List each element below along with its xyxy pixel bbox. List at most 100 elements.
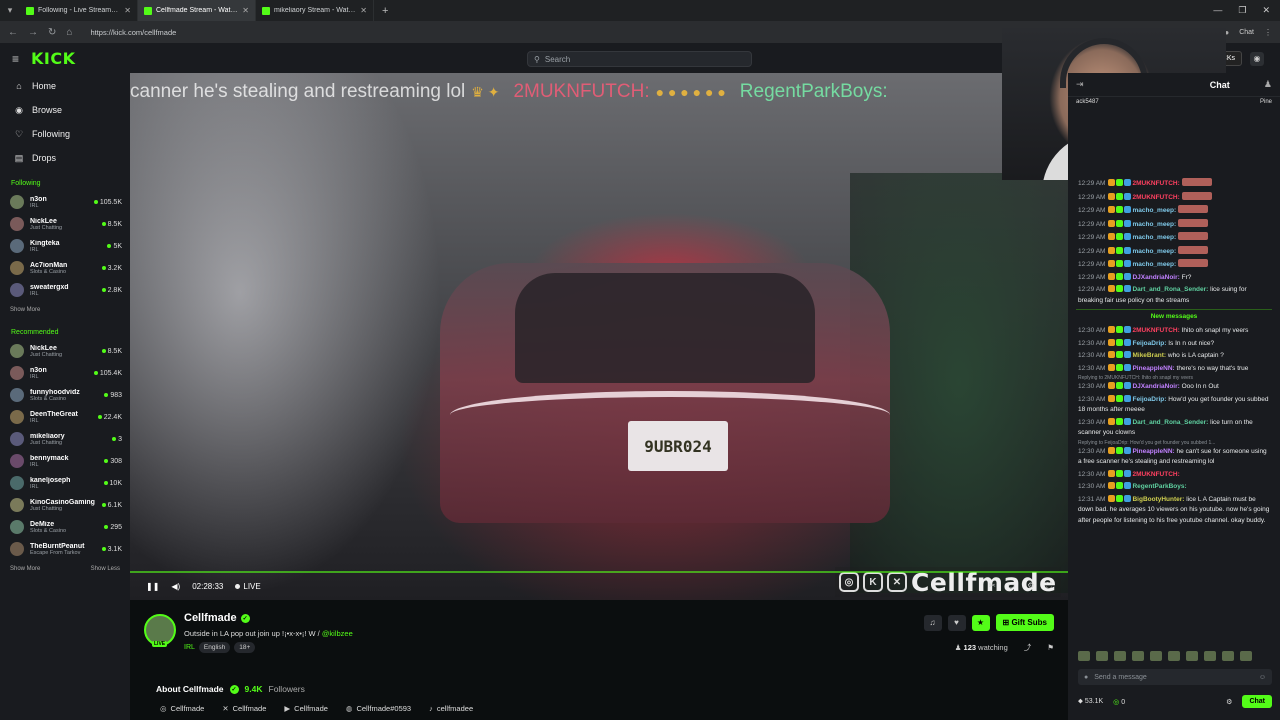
sidebar-channel[interactable]: NickLee Just Chatting 8.5K [0,213,130,235]
emote-icon[interactable] [1150,651,1162,661]
share-icon[interactable]: ⤴ [1024,642,1032,653]
close-tab-icon[interactable]: ✕ [242,6,249,15]
emote-icon[interactable] [1096,651,1108,661]
new-tab-button[interactable]: + [374,5,396,17]
browser-chat-button[interactable]: Chat [1239,29,1254,36]
chat-username[interactable]: PineappleNN: [1132,448,1174,455]
sidebar-nav-browse[interactable]: ◉ Browse [0,98,130,122]
chat-users-icon[interactable]: ♟ [1264,79,1272,90]
pinned-left[interactable]: ack5487 [1076,99,1099,107]
chat-username[interactable]: Dart_and_Rona_Sender: [1132,286,1208,293]
maximize-icon[interactable]: ❐ [1238,5,1246,16]
browser-tab-1[interactable]: Following - Live Streams on Kick✕ [20,0,138,21]
chat-username[interactable]: PineappleNN: [1132,365,1174,372]
chat-username[interactable]: macho_meep: [1132,248,1176,255]
chat-username[interactable]: FeijoaDrip: [1132,396,1166,403]
close-tab-icon[interactable]: ✕ [360,6,367,15]
menu-icon[interactable]: ⋮ [1264,28,1272,37]
hamburger-menu-icon[interactable]: ≡ [12,52,19,66]
chat-username[interactable]: RegentParkBoys: [1132,483,1186,490]
chat-username[interactable]: macho_meep: [1132,234,1176,241]
chat-username[interactable]: 2MUKNFUTCH: [1132,194,1179,201]
sidebar-channel[interactable]: n3on IRL 105.4K [0,362,130,384]
stream-title-mention[interactable]: @kilbzee [322,629,353,638]
emote-icon[interactable] [1168,651,1180,661]
sidebar-channel[interactable]: mikeliaory Just Chatting 3 [0,428,130,450]
reload-icon[interactable]: ↻ [48,27,56,38]
emoji-picker-icon[interactable]: ☺ [1259,674,1266,681]
theater-icon[interactable]: ▭ [1008,581,1016,591]
new-messages-divider[interactable]: New messages [1076,309,1272,323]
chat-badge-icon[interactable]: ● [1084,674,1088,681]
chat-username[interactable]: macho_meep: [1132,261,1176,268]
url-field[interactable]: https://kick.com/cellfmade [90,28,176,37]
report-icon[interactable]: ⚑ [1047,643,1054,652]
minimize-icon[interactable]: — [1213,5,1222,16]
video-player[interactable]: 9UBR024 canner he's stealing and restrea… [130,73,1068,600]
social-link[interactable]: ◍ Cellfmade#0593 [346,704,411,713]
sidebar-channel[interactable]: bennymack IRL 308 [0,450,130,472]
settings-icon[interactable]: ⚙ [1027,581,1034,591]
sidebar-channel[interactable]: KinoCasinoGaming Just Chatting 6.1K [0,494,130,516]
chat-username[interactable]: macho_meep: [1132,221,1176,228]
volume-icon[interactable]: ◀) [171,582,180,591]
emote-icon[interactable] [1078,651,1090,661]
chat-username[interactable]: 2MUKNFUTCH: [1132,327,1179,334]
emote-icon[interactable] [1186,651,1198,661]
sidebar-channel[interactable]: DeenTheGreat IRL 22.4K [0,406,130,428]
search-input[interactable]: ⚲ Search [527,51,752,67]
sidebar-channel[interactable]: n3on IRL 105.5K [0,191,130,213]
back-icon[interactable]: ← [8,27,18,38]
category-link[interactable]: IRL [184,644,195,651]
social-link[interactable]: ◎ Cellfmade [160,704,204,713]
home-browser-icon[interactable]: ⌂ [66,27,72,38]
browser-tab-2[interactable]: Cellfmade Stream - Watch Live on Kick ✕ [138,0,256,21]
tag-mature[interactable]: 18+ [234,642,256,653]
pinned-right[interactable]: Pine [1260,99,1272,107]
close-window-icon[interactable]: ✕ [1262,5,1270,16]
chat-message-input[interactable]: ● Send a message ☺ [1078,669,1272,685]
chat-username[interactable]: FeijoaDrip: [1132,340,1166,347]
tag-language[interactable]: English [198,642,231,653]
show-less-link[interactable]: Show Less [91,566,120,572]
sidebar-channel[interactable]: sweatergxd IRL 2.8K [0,279,130,301]
emote-icon[interactable] [1204,651,1216,661]
bell-icon[interactable]: ♫ [923,614,942,631]
show-more-link[interactable]: Show More [10,307,40,313]
chat-username[interactable]: MikeBrant: [1132,352,1166,359]
subscribe-icon[interactable]: ★ [971,614,990,631]
chat-username[interactable]: DJXandriaNoir: [1132,274,1179,281]
sidebar-channel[interactable]: funnyhoodvidz Slots & Casino 983 [0,384,130,406]
collapse-chat-icon[interactable]: ⇥ [1076,79,1084,90]
sidebar-channel[interactable]: DeMize Slots & Casino 295 [0,516,130,538]
send-chat-button[interactable]: Chat [1242,695,1272,708]
pause-icon[interactable]: ❚❚ [146,582,159,591]
show-more-link[interactable]: Show More [10,566,40,572]
chat-username[interactable]: macho_meep: [1132,207,1176,214]
gift-subs-button[interactable]: ⊞ Gift Subs [995,614,1054,631]
social-link[interactable]: ✕ Cellfmade [222,704,266,713]
chat-username[interactable]: 2MUKNFUTCH: [1132,180,1179,187]
sidebar-channel[interactable]: TheBurntPeanut Escape From Tarkov 3.1K [0,538,130,560]
sidebar-nav-home[interactable]: ⌂ Home [0,74,130,98]
sidebar-channel[interactable]: kaneljoseph IRL 10K [0,472,130,494]
sidebar-nav-following[interactable]: ♡ Following [0,122,130,146]
browser-tab-3[interactable]: mikeliaory Stream - Watch Live on Kick ✕ [256,0,374,21]
channel-points[interactable]: ◎ 0 [1113,698,1125,706]
sidebar-channel[interactable]: Kingteka IRL 5K [0,235,130,257]
kicks-balance[interactable]: ⬥ 53.1K [1078,698,1103,706]
chat-username[interactable]: BigBootyHunter: [1132,496,1184,503]
social-link[interactable]: ♪ cellfmadee [429,704,473,713]
chat-username[interactable]: 2MUKNFUTCH: [1132,471,1179,478]
close-tab-icon[interactable]: ✕ [124,6,131,15]
emote-icon[interactable] [1240,651,1252,661]
chat-username[interactable]: Dart_and_Rona_Sender: [1132,419,1208,426]
channel-name[interactable]: Cellfmade [184,612,237,624]
heart-icon[interactable]: ♥ [947,614,966,631]
sidebar-channel[interactable]: NickLee Just Chatting 8.5K [0,340,130,362]
chat-settings-icon[interactable]: ⚙ [1226,698,1232,706]
clip-icon[interactable]: ✂ [989,581,996,591]
sidebar-nav-drops[interactable]: ▤ Drops [0,146,130,170]
sidebar-channel[interactable]: Ac7ionMan Slots & Casino 3.2K [0,257,130,279]
emote-icon[interactable] [1114,651,1126,661]
